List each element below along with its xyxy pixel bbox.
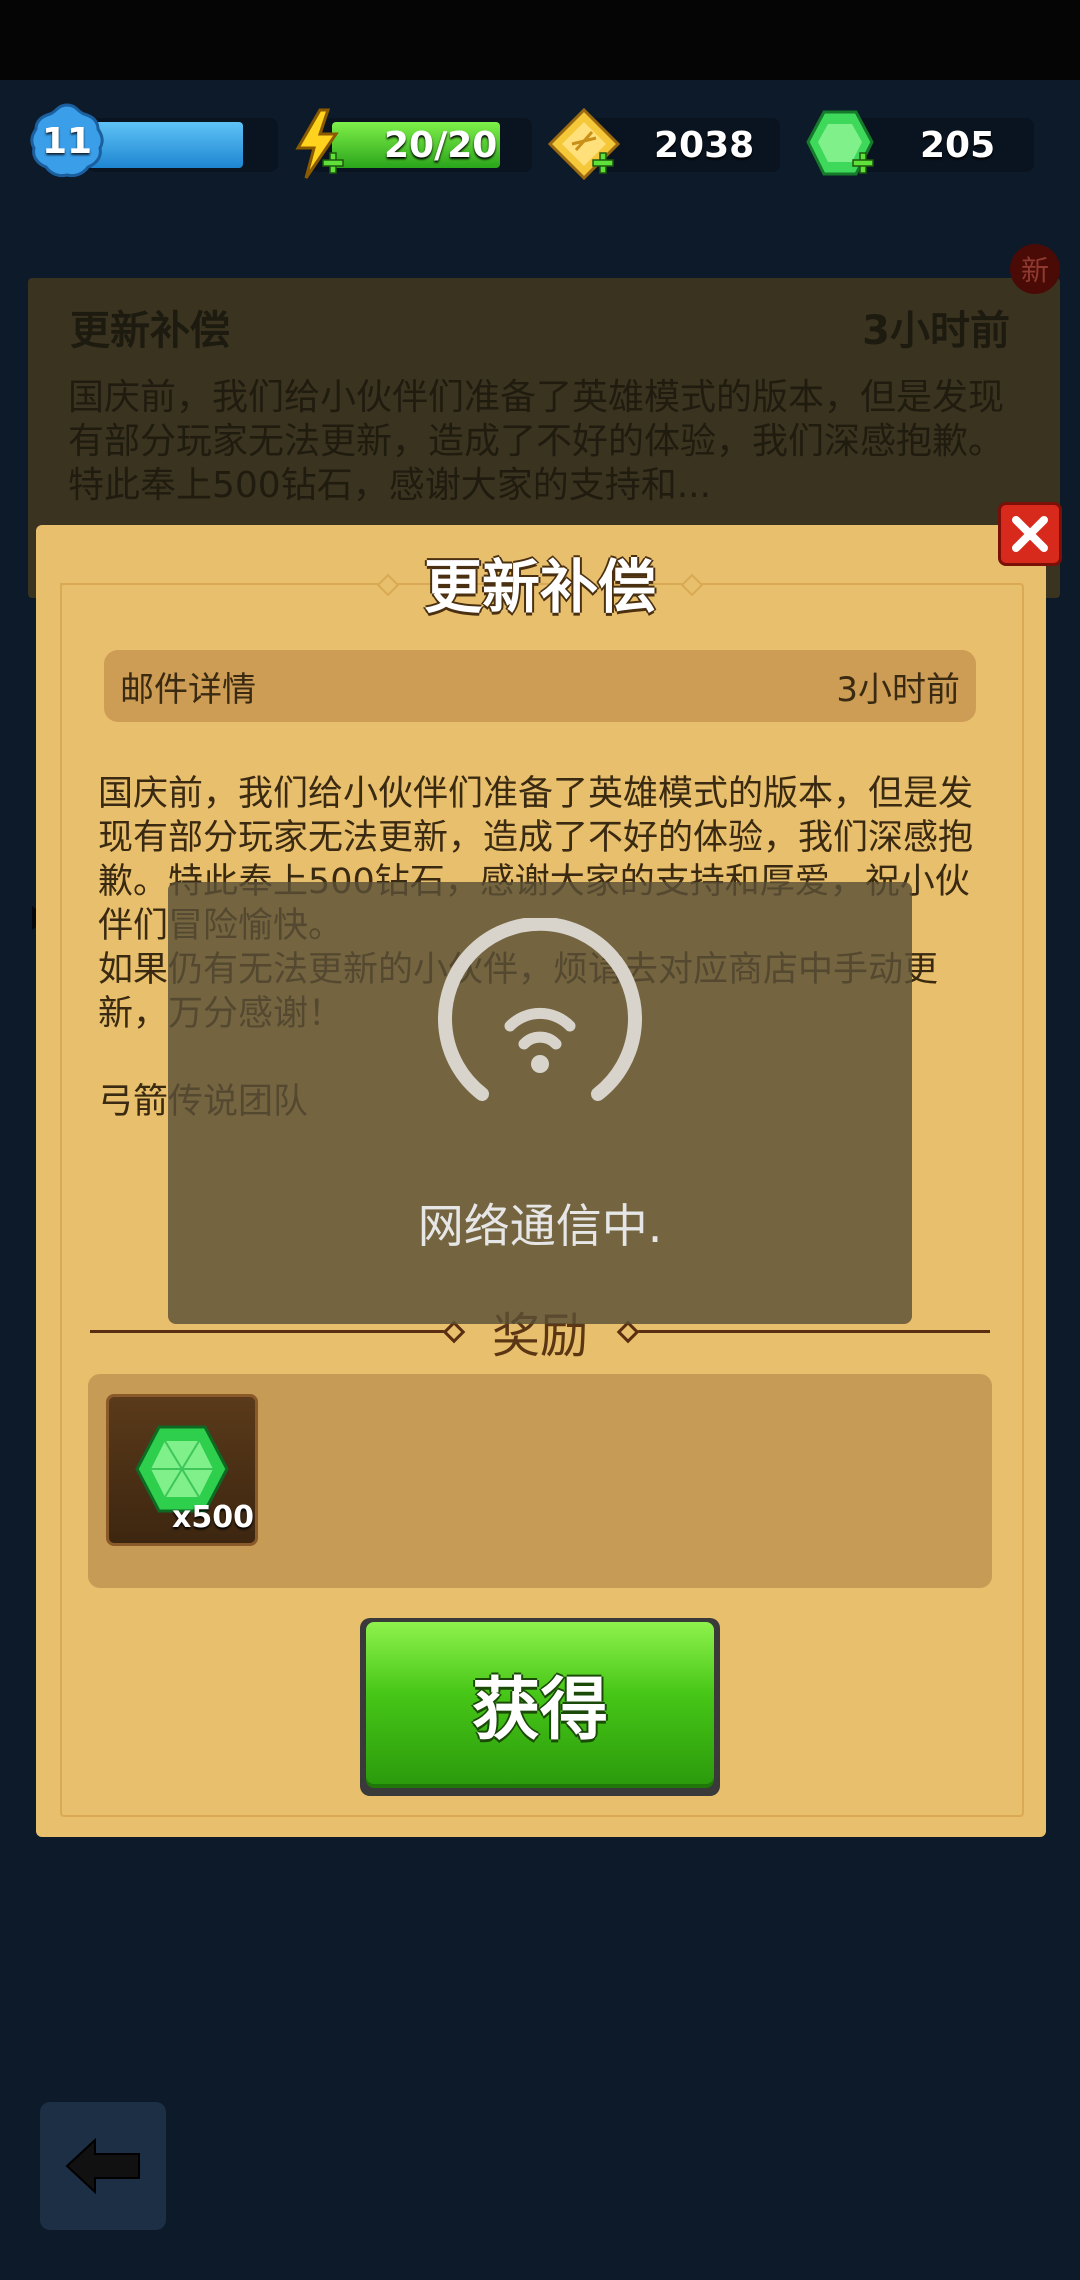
get-button[interactable]: 获得 [360,1618,720,1796]
level-badge[interactable]: 11 [28,102,106,180]
new-badge: 新 [1010,244,1060,294]
background-mail-preview: 国庆前，我们给小伙伴们准备了英雄模式的版本，但是发现有部分玩家无法更新，造成了不… [68,377,1005,506]
back-arrow-icon [65,2137,140,2195]
mail-detail-label: 邮件详情 [120,669,256,710]
hud-bar: 11 20/20 2038 205 [0,80,1080,190]
energy-value: 20/20 [384,124,498,166]
wifi-icon [438,918,642,1101]
close-button[interactable] [998,502,1062,566]
add-energy-icon[interactable] [322,152,344,174]
xp-bar-fill [88,122,243,168]
gold-value: 2038 [654,124,755,166]
loading-text: 网络通信中. [417,1199,663,1253]
background-mail-time: 3小时前 [862,308,1010,354]
reward-quantity: x500 [172,1500,254,1535]
get-button-label: 获得 [366,1622,714,1784]
status-bar [0,0,1080,80]
dialog-title: 更新补偿 [423,553,656,621]
back-button[interactable] [40,2102,166,2230]
mail-detail-header: 邮件详情 3小时前 [104,650,976,722]
level-number: 11 [41,120,93,162]
close-icon [1012,516,1048,552]
mail-detail-time: 3小时前 [836,669,960,710]
add-gem-icon[interactable] [852,152,874,174]
add-gold-icon[interactable] [592,152,614,174]
background-mail-title: 更新补偿 [70,308,230,354]
gem-value: 205 [920,124,996,166]
xp-bar [88,118,278,172]
